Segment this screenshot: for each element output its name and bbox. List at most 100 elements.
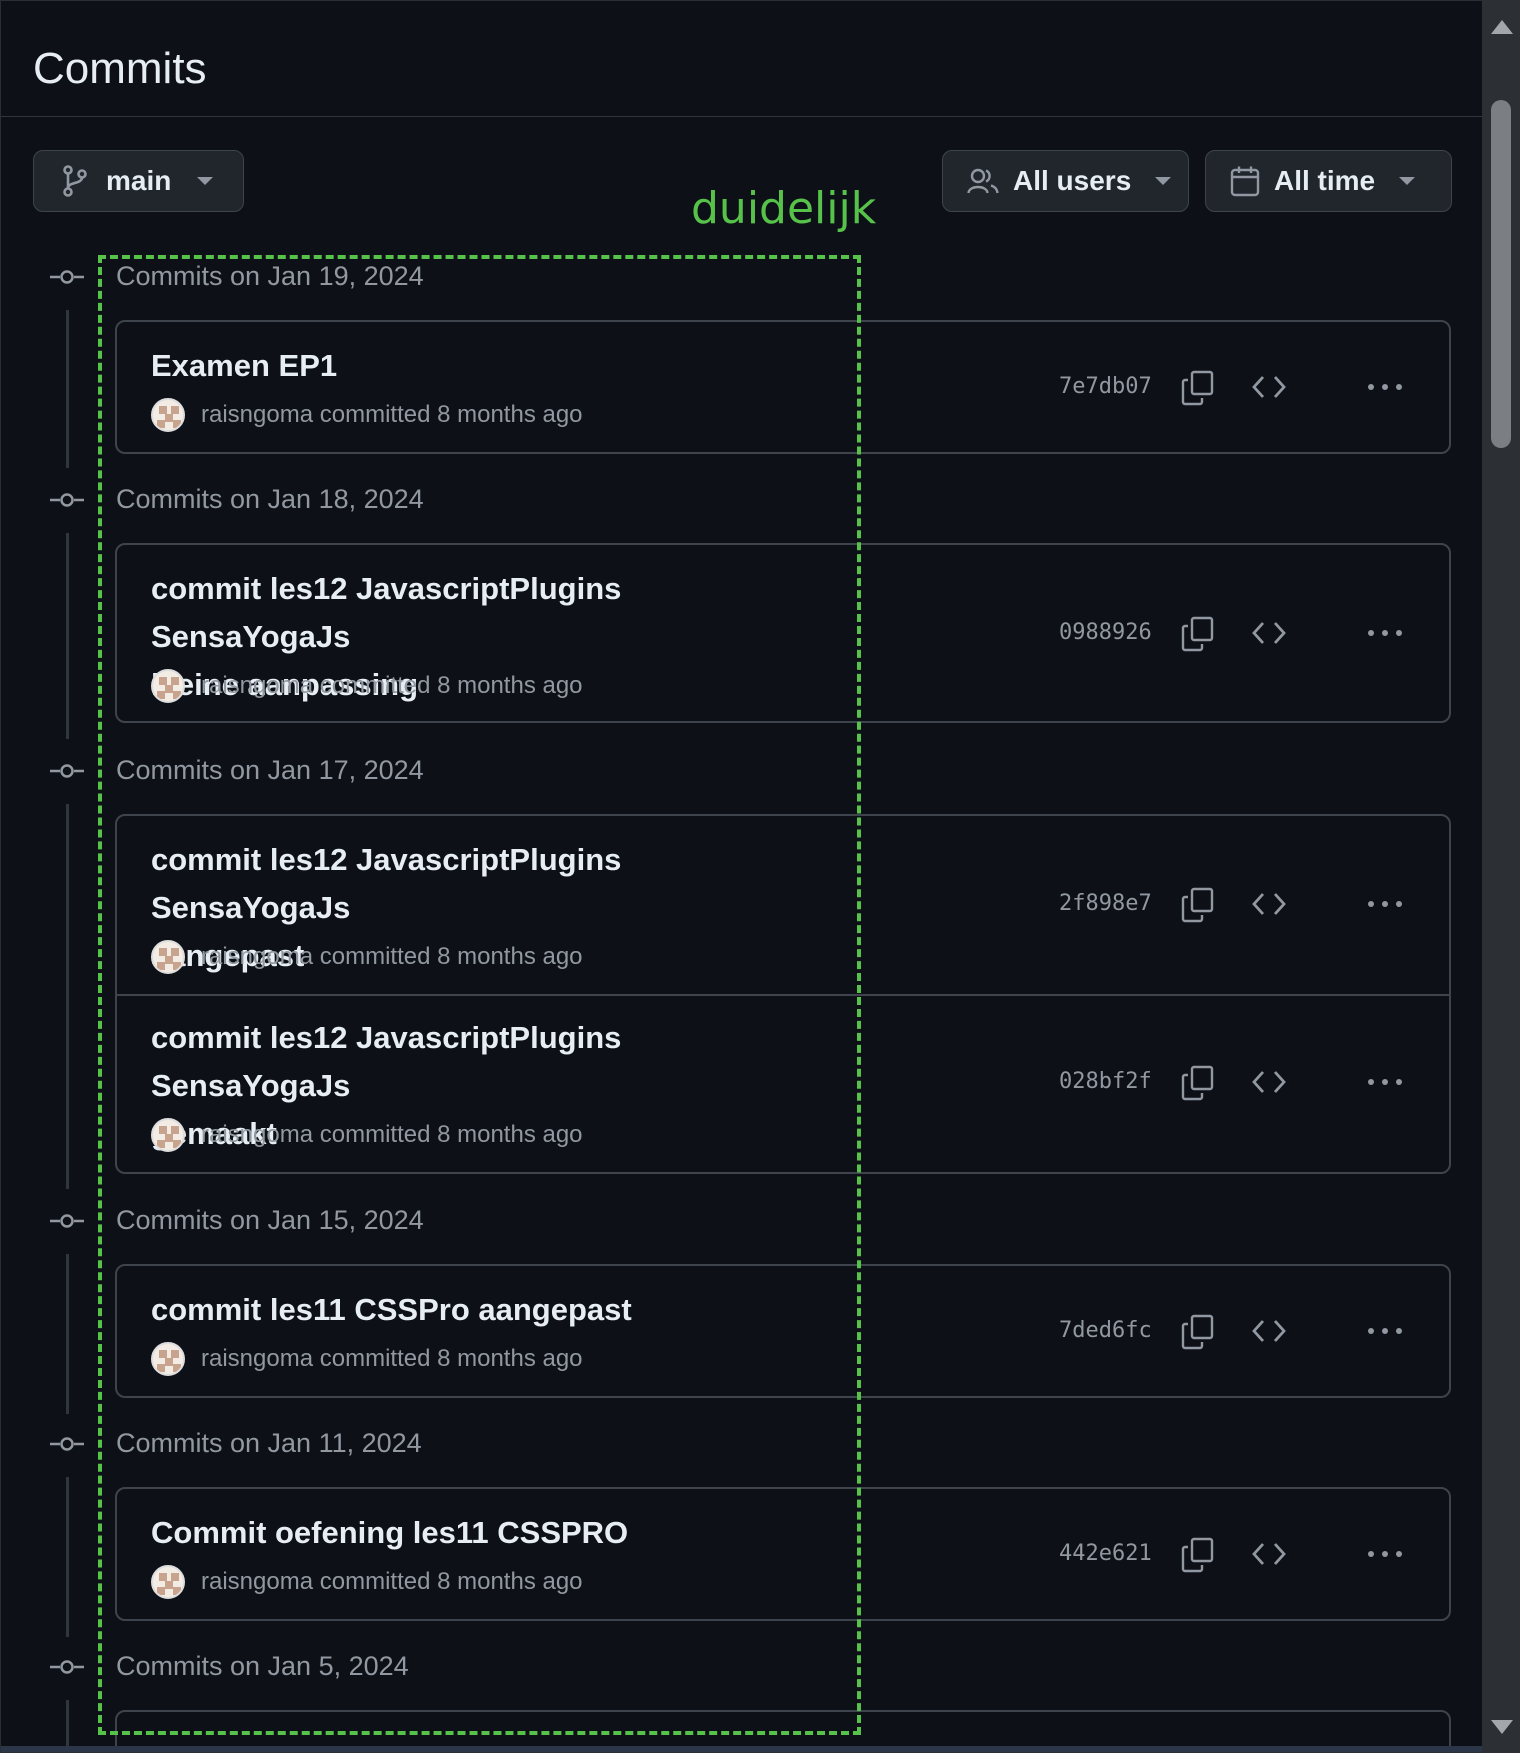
timeline-line (66, 1254, 69, 1414)
author-name[interactable]: raisngoma (201, 943, 313, 971)
commit-meta: raisngoma committed 8 months ago (151, 1342, 583, 1376)
date-heading: Commits on Jan 17, 2024 (116, 755, 424, 785)
commit-sha[interactable]: 0988926 (1059, 620, 1152, 645)
page-title: Commits (33, 44, 207, 93)
kebab-horizontal-icon[interactable] (1367, 1549, 1403, 1559)
code-icon[interactable] (1252, 891, 1286, 917)
commit-title[interactable]: Commit oefening les11 CSSPRO (151, 1509, 791, 1557)
commit-row[interactable]: commit les11 CSSPro aangepast raisngoma … (117, 1266, 1449, 1396)
copy-icon[interactable] (1181, 616, 1215, 652)
commit-group-card: commit les12 JavascriptPlugins SensaYoga… (115, 543, 1451, 723)
timeline-line (66, 1477, 69, 1637)
author-name[interactable]: raisngoma (201, 1345, 313, 1373)
commit-group-card: Examen EP1 raisngoma committed 8 months … (115, 320, 1451, 454)
commit-time: committed 8 months ago (319, 1345, 583, 1372)
timeline-line (66, 310, 69, 468)
page-header: Commits (1, 1, 1482, 117)
branch-selector-button[interactable]: main (33, 150, 244, 212)
commit-meta: raisngoma committed 8 months ago (151, 398, 583, 432)
timeline-line (66, 804, 69, 1189)
avatar[interactable] (151, 398, 185, 432)
copy-icon[interactable] (1181, 1537, 1215, 1573)
git-commit-icon (50, 270, 84, 284)
code-icon[interactable] (1252, 620, 1286, 646)
timeline-line (66, 1700, 69, 1750)
commit-title[interactable]: commit les11 CSSPro aangepast (151, 1286, 791, 1334)
commit-meta: raisngoma committed 8 months ago (151, 940, 583, 974)
branch-label: main (106, 165, 172, 196)
time-filter-button[interactable]: All time (1205, 150, 1452, 212)
commit-time: committed 8 months ago (319, 1121, 583, 1148)
date-heading: Commits on Jan 5, 2024 (116, 1651, 409, 1681)
scroll-up-arrow-icon[interactable] (1491, 20, 1513, 34)
commit-meta: raisngoma committed 8 months ago (151, 1565, 583, 1599)
code-icon[interactable] (1252, 1541, 1286, 1567)
kebab-horizontal-icon[interactable] (1367, 628, 1403, 638)
avatar[interactable] (151, 1118, 185, 1152)
git-commit-icon (50, 493, 84, 507)
date-heading: Commits on Jan 15, 2024 (116, 1205, 424, 1235)
commit-sha[interactable]: 442e621 (1059, 1541, 1152, 1566)
git-branch-icon (62, 165, 88, 197)
avatar[interactable] (151, 669, 185, 703)
commit-row[interactable]: commit les12 JavascriptPlugins SensaYoga… (117, 816, 1449, 994)
commit-group-card: commit les12 JavascriptPlugins SensaYoga… (115, 814, 1451, 1174)
copy-icon[interactable] (1181, 1065, 1215, 1101)
avatar[interactable] (151, 1565, 185, 1599)
avatar[interactable] (151, 940, 185, 974)
commit-sha[interactable]: 7ded6fc (1059, 1318, 1152, 1343)
commit-row[interactable]: Commit oefening les11 CSSPRO raisngoma c… (117, 1489, 1449, 1619)
chevron-down-icon (1399, 177, 1416, 185)
code-icon[interactable] (1252, 1069, 1286, 1095)
commit-time: committed 8 months ago (319, 401, 583, 428)
users-filter-button[interactable]: All users (942, 150, 1189, 212)
commit-group-card: commit les11 CSSPro aangepast raisngoma … (115, 1264, 1451, 1398)
commit-group-card: Commit oefening les11 CSSPRO raisngoma c… (115, 1487, 1451, 1621)
kebab-horizontal-icon[interactable] (1367, 899, 1403, 909)
kebab-horizontal-icon[interactable] (1367, 1077, 1403, 1087)
people-icon (967, 167, 999, 195)
code-icon[interactable] (1252, 1318, 1286, 1344)
commit-row[interactable]: Examen EP1 raisngoma committed 8 months … (117, 322, 1449, 452)
calendar-icon (1230, 165, 1260, 197)
author-name[interactable]: raisngoma (201, 1568, 313, 1596)
timeline-line (66, 533, 69, 739)
author-name[interactable]: raisngoma (201, 1121, 313, 1149)
commit-meta: raisngoma committed 8 months ago (151, 1118, 583, 1152)
kebab-horizontal-icon[interactable] (1367, 382, 1403, 392)
date-heading: Commits on Jan 11, 2024 (116, 1428, 422, 1458)
copy-icon[interactable] (1181, 370, 1215, 406)
scrollbar-thumb[interactable] (1491, 100, 1511, 448)
date-heading: Commits on Jan 18, 2024 (116, 484, 424, 514)
copy-icon[interactable] (1181, 887, 1215, 923)
code-icon[interactable] (1252, 374, 1286, 400)
time-label: All time (1274, 165, 1376, 196)
commit-row[interactable]: commit les12 JavascriptPlugins SensaYoga… (117, 545, 1449, 721)
users-label: All users (1013, 165, 1132, 196)
git-commit-icon (50, 764, 84, 778)
commit-sha[interactable]: 2f898e7 (1059, 891, 1152, 916)
git-commit-icon (50, 1214, 84, 1228)
author-name[interactable]: raisngoma (201, 672, 313, 700)
author-name[interactable]: raisngoma (201, 401, 313, 429)
commit-title[interactable]: Examen EP1 (151, 342, 791, 390)
commit-time: committed 8 months ago (319, 943, 583, 970)
copy-icon[interactable] (1181, 1314, 1215, 1350)
commit-time: committed 8 months ago (319, 672, 583, 699)
vertical-scrollbar[interactable] (1482, 0, 1520, 1753)
git-commit-icon (50, 1660, 84, 1674)
commit-sha[interactable]: 7e7db07 (1059, 374, 1152, 399)
chevron-down-icon (197, 177, 214, 185)
commit-meta: raisngoma committed 8 months ago (151, 669, 583, 703)
date-heading: Commits on Jan 19, 2024 (116, 261, 424, 291)
kebab-horizontal-icon[interactable] (1367, 1326, 1403, 1336)
git-commit-icon (50, 1437, 84, 1451)
commit-sha[interactable]: 028bf2f (1059, 1069, 1152, 1094)
avatar[interactable] (151, 1342, 185, 1376)
window-bottom-edge (1, 1746, 1482, 1752)
scroll-down-arrow-icon[interactable] (1491, 1720, 1513, 1734)
annotation-label: duidelijk (691, 183, 877, 234)
commit-row[interactable]: commit les12 JavascriptPlugins SensaYoga… (117, 994, 1449, 1172)
commits-page: Commits main duidelijk All users All tim… (0, 0, 1482, 1753)
commit-time: committed 8 months ago (319, 1568, 583, 1595)
